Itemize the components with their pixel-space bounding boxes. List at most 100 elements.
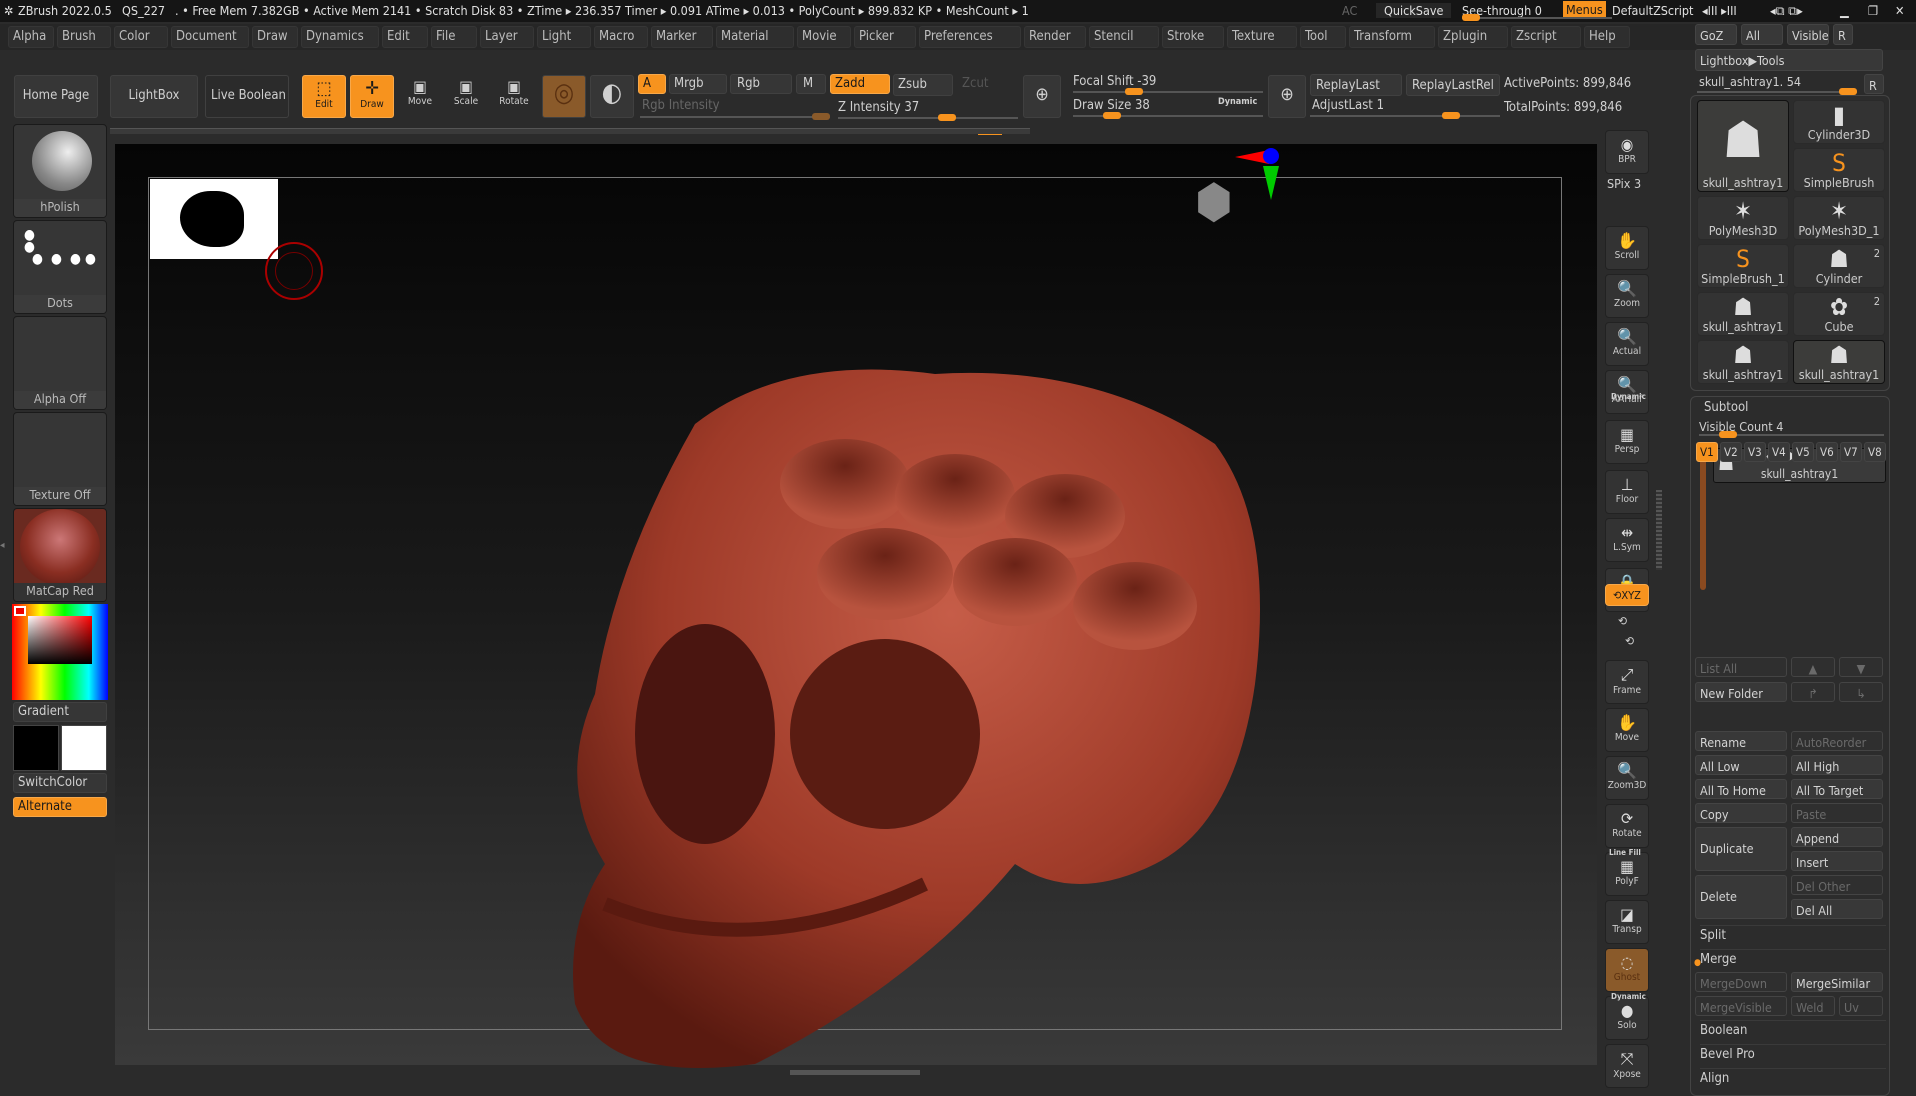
bottom-scrollbar[interactable]: [790, 1070, 920, 1075]
zoom3d-button[interactable]: 🔍 Zoom3D: [1605, 756, 1649, 800]
menu-layer[interactable]: Layer: [480, 26, 534, 48]
see-through-track[interactable]: [1462, 14, 1612, 21]
visible-button[interactable]: Visible: [1787, 24, 1829, 45]
alllow-button[interactable]: All Low: [1695, 755, 1787, 775]
delall-button[interactable]: Del All: [1791, 899, 1883, 919]
menu-stencil[interactable]: Stencil: [1089, 26, 1159, 48]
tool-tile[interactable]: ☗ Cylinder 2: [1793, 244, 1885, 288]
xyz-symmetry-button[interactable]: ⟲XYZ: [1605, 584, 1649, 606]
menu-picker[interactable]: Picker: [854, 26, 916, 48]
menu-brush[interactable]: Brush: [57, 26, 111, 48]
up-arrow-icon[interactable]: ▲: [1791, 657, 1835, 677]
r-button[interactable]: R: [1833, 24, 1853, 45]
zoom-button[interactable]: 🔍 Zoom: [1605, 274, 1649, 318]
uv-button[interactable]: Uv: [1839, 996, 1883, 1016]
menu-tool[interactable]: Tool: [1300, 26, 1346, 48]
texture-picker[interactable]: Texture Off: [13, 412, 107, 506]
bpr-button[interactable]: ◉ BPR: [1605, 130, 1649, 174]
split-section[interactable]: Split: [1700, 925, 1886, 943]
visibility-set-v7[interactable]: V7: [1840, 442, 1862, 462]
replay-last-rel-button[interactable]: ReplayLastRel: [1406, 74, 1500, 96]
window-layout-icon[interactable]: ◂⧉ ⧉▸: [1770, 3, 1803, 19]
solo-button[interactable]: ● Solo: [1605, 996, 1649, 1040]
visibility-set-v6[interactable]: V6: [1816, 442, 1838, 462]
focal-shift-slider[interactable]: [1073, 88, 1263, 95]
autoreorder-button[interactable]: AutoReorder: [1791, 731, 1883, 751]
insert-button[interactable]: Insert: [1791, 851, 1883, 871]
close-icon[interactable]: ✕: [1895, 3, 1904, 18]
edit-button[interactable]: ⬚ Edit: [302, 75, 346, 118]
alltohome-button[interactable]: All To Home: [1695, 779, 1787, 799]
move-button[interactable]: ▣ Move: [398, 75, 442, 118]
home-page-button[interactable]: Home Page: [14, 75, 98, 118]
frame-button[interactable]: ⤢ Frame: [1605, 660, 1649, 704]
timeline-track[interactable]: [110, 128, 1030, 134]
visibility-set-v3[interactable]: V3: [1744, 442, 1766, 462]
switch-color-button[interactable]: SwitchColor: [13, 773, 107, 793]
menu-help[interactable]: Help: [1584, 26, 1630, 48]
minimize-icon[interactable]: ▁: [1840, 3, 1849, 18]
menu-movie[interactable]: Movie: [797, 26, 851, 48]
append-button[interactable]: Append: [1791, 827, 1883, 847]
menu-document[interactable]: Document: [171, 26, 249, 48]
visibility-set-v2[interactable]: V2: [1720, 442, 1742, 462]
move-out-icon[interactable]: ↱: [1791, 682, 1835, 702]
color-saturation-square[interactable]: [28, 616, 92, 664]
menu-alpha[interactable]: Alpha: [8, 26, 54, 48]
visibility-set-v8[interactable]: V8: [1864, 442, 1886, 462]
visibility-set-v5[interactable]: V5: [1792, 442, 1814, 462]
tool-r-button[interactable]: R: [1864, 74, 1884, 94]
delete-button[interactable]: Delete: [1695, 875, 1787, 919]
zcut-button[interactable]: Zcut: [962, 76, 988, 91]
all-button[interactable]: All: [1741, 24, 1783, 45]
listall-button[interactable]: List All: [1695, 657, 1787, 677]
draw-button[interactable]: ✛ Draw: [350, 75, 394, 118]
menu-zplugin[interactable]: Zplugin: [1438, 26, 1508, 48]
lightbox-tools-button[interactable]: Lightbox▶Tools: [1695, 49, 1883, 71]
spix-slider[interactable]: SPix 3: [1607, 176, 1641, 191]
paste-button[interactable]: Paste: [1791, 803, 1883, 823]
xpose-button[interactable]: ⤧ Xpose: [1605, 1044, 1649, 1088]
ac-label[interactable]: AC: [1342, 3, 1357, 18]
menu-color[interactable]: Color: [114, 26, 168, 48]
polyf-button[interactable]: ▦ PolyF: [1605, 852, 1649, 896]
alpha-picker[interactable]: Alpha Off: [13, 316, 107, 410]
canvas[interactable]: ⬢: [115, 144, 1597, 1068]
menu-render[interactable]: Render: [1024, 26, 1086, 48]
tool-tile[interactable]: ☗ skull_ashtray1: [1697, 100, 1789, 192]
m-button[interactable]: M: [796, 74, 826, 94]
brush-picker[interactable]: hPolish: [13, 124, 107, 218]
dynamic-toggle[interactable]: Dynamic: [1218, 97, 1257, 107]
duplicate-button[interactable]: Duplicate: [1695, 827, 1787, 871]
transp-button[interactable]: ◪ Transp: [1605, 900, 1649, 944]
menu-preferences[interactable]: Preferences: [919, 26, 1021, 48]
layout-arrows-icon[interactable]: ◂III ▸III: [1702, 3, 1737, 18]
menu-material[interactable]: Material: [716, 26, 794, 48]
tool-tile[interactable]: ☗ skull_ashtray1: [1793, 340, 1885, 384]
menu-draw[interactable]: Draw: [252, 26, 298, 48]
material-sphere-button[interactable]: ◎: [542, 75, 586, 118]
actual-button[interactable]: 🔍 Actual: [1605, 322, 1649, 366]
shelf-scroll-handle[interactable]: [1656, 490, 1662, 570]
menu-dynamics[interactable]: Dynamics: [301, 26, 379, 48]
tool-slider[interactable]: [1697, 88, 1857, 95]
alltotarget-button[interactable]: All To Target: [1791, 779, 1883, 799]
stroke-picker[interactable]: ● ● ● ● ● ● Dots: [13, 220, 107, 314]
menu-edit[interactable]: Edit: [382, 26, 428, 48]
scale-button[interactable]: ▣ Scale: [444, 75, 488, 118]
move-in-icon[interactable]: ↳: [1839, 682, 1883, 702]
default-zscript-button[interactable]: DefaultZScript: [1612, 3, 1693, 18]
orientation-head-icon[interactable]: ⬢: [1195, 174, 1255, 234]
tool-tile[interactable]: S SimpleBrush_1: [1697, 244, 1789, 288]
bevelpro-section[interactable]: Bevel Pro: [1700, 1044, 1886, 1062]
z-intensity-slider[interactable]: [838, 114, 1018, 121]
menu-zscript[interactable]: Zscript: [1511, 26, 1581, 48]
live-boolean-button[interactable]: Live Boolean: [205, 75, 289, 118]
main-color-swatch[interactable]: [61, 725, 107, 771]
rotate-button[interactable]: ▣ Rotate: [492, 75, 536, 118]
lightbox-button[interactable]: LightBox: [110, 75, 198, 118]
move-button[interactable]: ✋ Move: [1605, 708, 1649, 752]
zadd-button[interactable]: Zadd: [830, 74, 890, 94]
newfolder-button[interactable]: New Folder: [1695, 682, 1787, 702]
visibility-set-v4[interactable]: V4: [1768, 442, 1790, 462]
